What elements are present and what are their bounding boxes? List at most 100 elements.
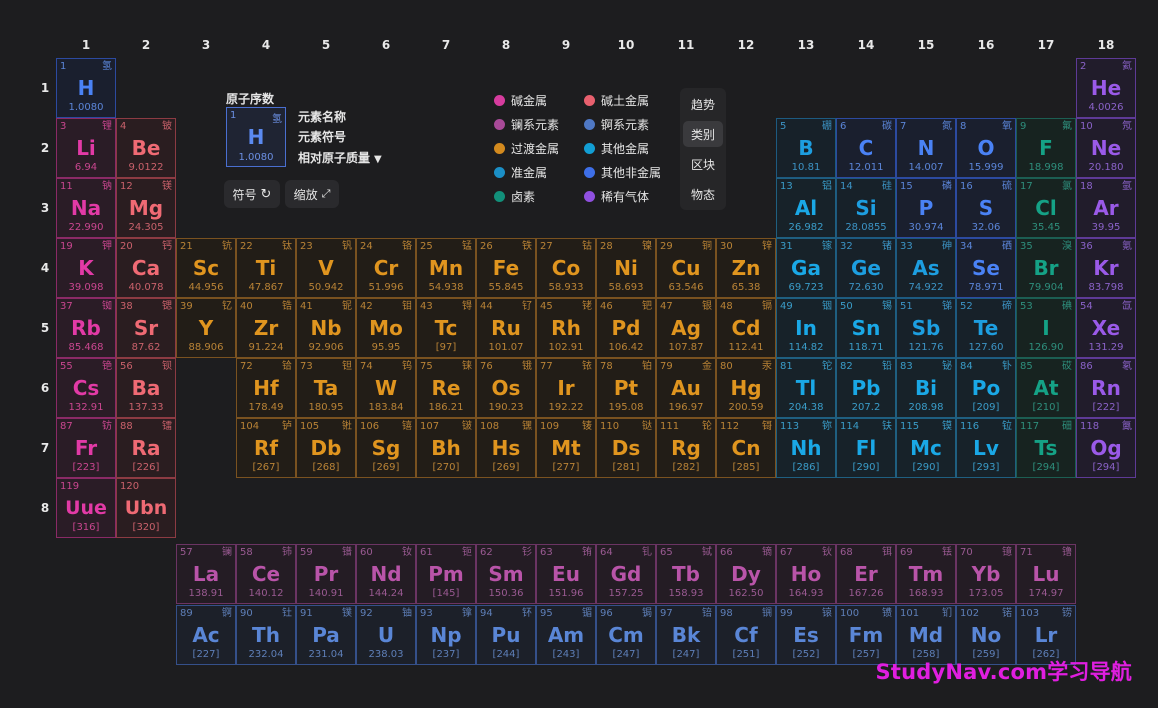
element-cell-h[interactable]: 1 氢 H 1.0080 xyxy=(56,58,116,118)
category-item-metalloid[interactable]: 准金属 xyxy=(494,164,547,181)
element-cell-au[interactable]: 79 金 Au 196.97 xyxy=(656,358,716,418)
element-cell-ru[interactable]: 44 钌 Ru 101.07 xyxy=(476,298,536,358)
element-cell-cu[interactable]: 29 铜 Cu 63.546 xyxy=(656,238,716,298)
element-cell-cl[interactable]: 17 氯 Cl 35.45 xyxy=(1016,178,1076,238)
element-cell-cn[interactable]: 112 鿔 Cn [285] xyxy=(716,418,776,478)
element-cell-ho[interactable]: 67 钬 Ho 164.93 xyxy=(776,544,836,604)
element-cell-hg[interactable]: 80 汞 Hg 200.59 xyxy=(716,358,776,418)
element-cell-se[interactable]: 34 硒 Se 78.971 xyxy=(956,238,1016,298)
element-cell-ts[interactable]: 117 鿬 Ts [294] xyxy=(1016,418,1076,478)
element-cell-fe[interactable]: 26 铁 Fe 55.845 xyxy=(476,238,536,298)
element-cell-mc[interactable]: 115 镆 Mc [290] xyxy=(896,418,956,478)
element-cell-ds[interactable]: 110 𫟼 Ds [281] xyxy=(596,418,656,478)
element-cell-ac[interactable]: 89 锕 Ac [227] xyxy=(176,605,236,665)
element-cell-ca[interactable]: 20 钙 Ca 40.078 xyxy=(116,238,176,298)
element-cell-es[interactable]: 99 锿 Es [252] xyxy=(776,605,836,665)
element-cell-ra[interactable]: 88 镭 Ra [226] xyxy=(116,418,176,478)
element-cell-o[interactable]: 8 氧 O 15.999 xyxy=(956,118,1016,178)
category-item-halogen[interactable]: 卤素 xyxy=(494,188,535,205)
element-cell-sr[interactable]: 38 锶 Sr 87.62 xyxy=(116,298,176,358)
element-cell-rb[interactable]: 37 铷 Rb 85.468 xyxy=(56,298,116,358)
element-cell-br[interactable]: 35 溴 Br 79.904 xyxy=(1016,238,1076,298)
element-cell-bh[interactable]: 107 𬭛 Bh [270] xyxy=(416,418,476,478)
element-cell-tc[interactable]: 43 锝 Tc [97] xyxy=(416,298,476,358)
element-cell-rh[interactable]: 45 铑 Rh 102.91 xyxy=(536,298,596,358)
view-tab-3[interactable]: 物态 xyxy=(683,181,723,207)
view-tab-0[interactable]: 趋势 xyxy=(683,91,723,117)
element-cell-ubn[interactable]: 120 Ubn [320] xyxy=(116,478,176,538)
category-item-post[interactable]: 其他金属 xyxy=(584,140,649,157)
category-item-lanthanide[interactable]: 镧系元素 xyxy=(494,116,559,133)
element-cell-pm[interactable]: 61 钷 Pm [145] xyxy=(416,544,476,604)
element-cell-li[interactable]: 3 锂 Li 6.94 xyxy=(56,118,116,178)
view-tab-2[interactable]: 区块 xyxy=(683,151,723,177)
element-cell-nh[interactable]: 113 鿭 Nh [286] xyxy=(776,418,836,478)
element-cell-ni[interactable]: 28 镍 Ni 58.693 xyxy=(596,238,656,298)
element-cell-ar[interactable]: 18 氩 Ar 39.95 xyxy=(1076,178,1136,238)
element-cell-rf[interactable]: 104 𬬻 Rf [267] xyxy=(236,418,296,478)
element-cell-os[interactable]: 76 锇 Os 190.23 xyxy=(476,358,536,418)
element-cell-re[interactable]: 75 铼 Re 186.21 xyxy=(416,358,476,418)
element-cell-ga[interactable]: 31 镓 Ga 69.723 xyxy=(776,238,836,298)
element-cell-sg[interactable]: 106 𬭳 Sg [269] xyxy=(356,418,416,478)
element-cell-yb[interactable]: 70 镱 Yb 173.05 xyxy=(956,544,1016,604)
element-cell-kr[interactable]: 36 氪 Kr 83.798 xyxy=(1076,238,1136,298)
element-cell-th[interactable]: 90 钍 Th 232.04 xyxy=(236,605,296,665)
element-cell-fr[interactable]: 87 钫 Fr [223] xyxy=(56,418,116,478)
element-cell-u[interactable]: 92 铀 U 238.03 xyxy=(356,605,416,665)
element-cell-pd[interactable]: 46 钯 Pd 106.42 xyxy=(596,298,656,358)
element-cell-zr[interactable]: 40 锆 Zr 91.224 xyxy=(236,298,296,358)
element-cell-te[interactable]: 52 碲 Te 127.60 xyxy=(956,298,1016,358)
element-cell-db[interactable]: 105 𬭊 Db [268] xyxy=(296,418,356,478)
element-cell-ir[interactable]: 77 铱 Ir 192.22 xyxy=(536,358,596,418)
element-cell-po[interactable]: 84 钋 Po [209] xyxy=(956,358,1016,418)
category-item-transition[interactable]: 过渡金属 xyxy=(494,140,559,157)
element-cell-xe[interactable]: 54 氙 Xe 131.29 xyxy=(1076,298,1136,358)
element-cell-zn[interactable]: 30 锌 Zn 65.38 xyxy=(716,238,776,298)
element-cell-c[interactable]: 6 碳 C 12.011 xyxy=(836,118,896,178)
element-cell-hf[interactable]: 72 铪 Hf 178.49 xyxy=(236,358,296,418)
element-cell-np[interactable]: 93 镎 Np [237] xyxy=(416,605,476,665)
element-cell-s[interactable]: 16 硫 S 32.06 xyxy=(956,178,1016,238)
element-cell-tm[interactable]: 69 铥 Tm 168.93 xyxy=(896,544,956,604)
element-cell-co[interactable]: 27 钴 Co 58.933 xyxy=(536,238,596,298)
element-cell-cf[interactable]: 98 锎 Cf [251] xyxy=(716,605,776,665)
element-cell-k[interactable]: 19 钾 K 39.098 xyxy=(56,238,116,298)
category-item-alkaline[interactable]: 碱土金属 xyxy=(584,92,649,109)
view-tab-1[interactable]: 类别 xyxy=(683,121,723,147)
element-cell-he[interactable]: 2 氦 He 4.0026 xyxy=(1076,58,1136,118)
atomic-mass-dropdown[interactable]: 相对原子质量 ▼ xyxy=(298,149,382,166)
element-cell-rg[interactable]: 111 𬬭 Rg [282] xyxy=(656,418,716,478)
element-cell-b[interactable]: 5 硼 B 10.81 xyxy=(776,118,836,178)
element-cell-tl[interactable]: 81 铊 Tl 204.38 xyxy=(776,358,836,418)
element-cell-mt[interactable]: 109 鿏 Mt [277] xyxy=(536,418,596,478)
element-cell-pb[interactable]: 82 铅 Pb 207.2 xyxy=(836,358,896,418)
element-cell-lv[interactable]: 116 𫟷 Lv [293] xyxy=(956,418,1016,478)
element-cell-sn[interactable]: 50 锡 Sn 118.71 xyxy=(836,298,896,358)
element-cell-ag[interactable]: 47 银 Ag 107.87 xyxy=(656,298,716,358)
element-cell-as[interactable]: 33 砷 As 74.922 xyxy=(896,238,956,298)
element-cell-pt[interactable]: 78 铂 Pt 195.08 xyxy=(596,358,656,418)
element-cell-sc[interactable]: 21 钪 Sc 44.956 xyxy=(176,238,236,298)
category-item-noble[interactable]: 稀有气体 xyxy=(584,188,649,205)
element-cell-er[interactable]: 68 铒 Er 167.26 xyxy=(836,544,896,604)
element-cell-mn[interactable]: 25 锰 Mn 54.938 xyxy=(416,238,476,298)
element-cell-bk[interactable]: 97 锫 Bk [247] xyxy=(656,605,716,665)
element-cell-al[interactable]: 13 铝 Al 26.982 xyxy=(776,178,836,238)
element-cell-lu[interactable]: 71 镥 Lu 174.97 xyxy=(1016,544,1076,604)
element-cell-ge[interactable]: 32 锗 Ge 72.630 xyxy=(836,238,896,298)
element-cell-cm[interactable]: 96 锔 Cm [247] xyxy=(596,605,656,665)
element-cell-mg[interactable]: 12 镁 Mg 24.305 xyxy=(116,178,176,238)
element-cell-y[interactable]: 39 钇 Y 88.906 xyxy=(176,298,236,358)
element-cell-in[interactable]: 49 铟 In 114.82 xyxy=(776,298,836,358)
element-cell-la[interactable]: 57 镧 La 138.91 xyxy=(176,544,236,604)
element-cell-fl[interactable]: 114 𫓧 Fl [290] xyxy=(836,418,896,478)
element-cell-at[interactable]: 85 砹 At [210] xyxy=(1016,358,1076,418)
element-cell-og[interactable]: 118 鿫 Og [294] xyxy=(1076,418,1136,478)
element-cell-am[interactable]: 95 镅 Am [243] xyxy=(536,605,596,665)
element-cell-mo[interactable]: 42 钼 Mo 95.95 xyxy=(356,298,416,358)
element-cell-i[interactable]: 53 碘 I 126.90 xyxy=(1016,298,1076,358)
element-cell-f[interactable]: 9 氟 F 18.998 xyxy=(1016,118,1076,178)
zoom-button[interactable]: 缩放 ⤢ xyxy=(285,180,339,208)
element-cell-w[interactable]: 74 钨 W 183.84 xyxy=(356,358,416,418)
